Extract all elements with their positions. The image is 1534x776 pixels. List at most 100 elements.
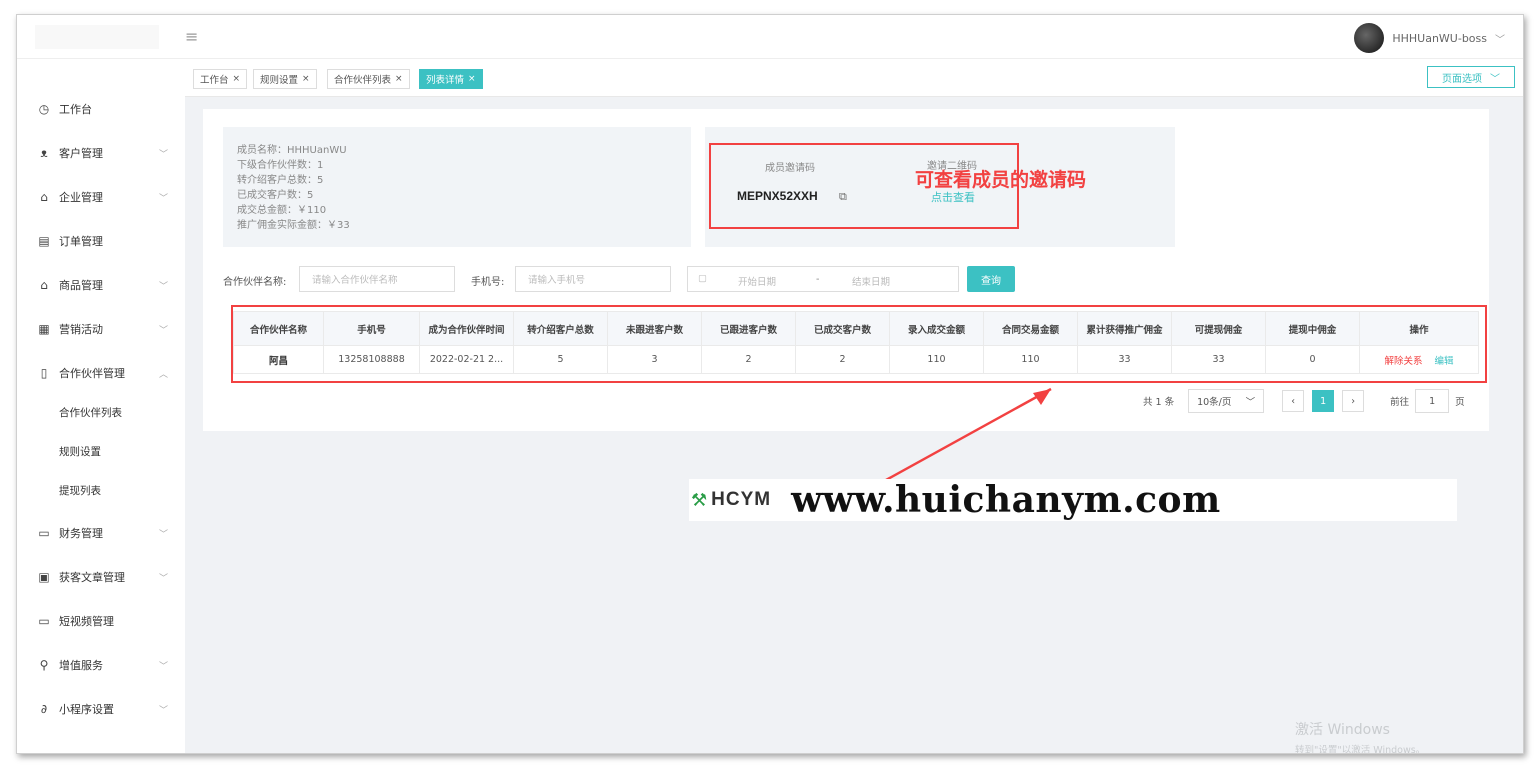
chevron-up-icon: ︿ — [159, 369, 169, 380]
invite-code: MEPNX52XXH — [737, 189, 818, 203]
sidebar-subitem-label: 合作伙伴列表 — [59, 406, 122, 419]
wallet-icon: ▭ — [38, 526, 50, 540]
close-icon[interactable]: × — [468, 74, 476, 84]
tab-dashboard[interactable]: 工作台 × — [193, 69, 248, 89]
sidebar-item-label: 企业管理 — [59, 191, 103, 204]
annotation-invite-note: 可查看成员的邀请码 — [915, 169, 1087, 191]
member-name: 成员名称：HHHUanWU — [237, 145, 347, 156]
sidebar-subitem-label: 提现列表 — [59, 484, 101, 497]
date-separator: - — [816, 274, 820, 285]
goto-label: 前往 — [1390, 397, 1410, 408]
chevron-down-icon[interactable]: ﹀ — [1495, 31, 1505, 46]
page-options-label: 页面选项 — [1442, 73, 1482, 85]
phone-label: 手机号: — [471, 277, 505, 288]
sidebar-item-miniprogram[interactable]: ∂ 小程序设置 ﹀ — [17, 691, 185, 727]
close-icon[interactable]: × — [302, 74, 310, 84]
sidebar-item-products[interactable]: ⌂ 商品管理 ﹀ — [17, 267, 185, 303]
date-start-input[interactable]: 开始日期 — [738, 274, 776, 288]
sidebar-item-label: 短视频管理 — [59, 615, 114, 628]
copy-icon[interactable]: ⧉ — [839, 190, 847, 204]
logo — [35, 25, 159, 49]
sidebar-item-label: 营销活动 — [59, 323, 103, 336]
sidebar-item-partners[interactable]: ▯ 合作伙伴管理 ︿ — [17, 355, 185, 391]
sidebar-item-finance[interactable]: ▭ 财务管理 ﹀ — [17, 515, 185, 551]
username[interactable]: HHHUanWU-boss — [1392, 32, 1487, 45]
chevron-left-icon: ‹ — [1291, 395, 1295, 407]
sidebar-item-videos[interactable]: ▭ 短视频管理 — [17, 603, 185, 639]
date-end-input[interactable]: 结束日期 — [852, 274, 890, 288]
chevron-down-icon: ﹀ — [159, 705, 169, 716]
video-icon: ▭ — [38, 614, 50, 628]
chevron-down-icon: ﹀ — [159, 281, 169, 292]
tab-label: 规则设置 — [260, 75, 299, 86]
users-icon: ᴥ — [40, 146, 48, 160]
phone-input[interactable]: 请输入手机号 — [515, 266, 671, 292]
tab-bar: 工作台 × 规则设置 × 合作伙伴列表 × 列表详情 × 页面选项 ﹀ — [185, 59, 1523, 97]
chevron-down-icon: ﹀ — [1490, 73, 1500, 85]
gift-icon: ▦ — [38, 322, 50, 336]
page-suffix: 页 — [1455, 397, 1465, 408]
total-count: 共 1 条 — [1143, 397, 1175, 408]
sidebar-subitem-rules[interactable]: 规则设置 — [17, 436, 185, 466]
member-info-panel: 成员名称：HHHUanWU 下级合作伙伴数：1 转介绍客户总数：5 已成交客户数… — [223, 127, 691, 247]
sidebar-item-marketing[interactable]: ▦ 营销活动 ﹀ — [17, 311, 185, 347]
sidebar-item-customers[interactable]: ᴥ 客户管理 ﹀ — [17, 135, 185, 171]
page-options-dropdown[interactable]: 页面选项 ﹀ — [1427, 66, 1515, 88]
prev-page-button[interactable]: ‹ — [1282, 390, 1305, 412]
chevron-down-icon: ﹀ — [159, 661, 169, 672]
referred-customer-count: 转介绍客户总数：5 — [237, 175, 324, 186]
partner-name-label: 合作伙伴名称: — [223, 277, 287, 288]
highlight-box-table — [231, 305, 1487, 383]
avatar[interactable] — [1354, 23, 1385, 53]
detail-card: 成员名称：HHHUanWU 下级合作伙伴数：1 转介绍客户总数：5 已成交客户数… — [203, 109, 1489, 431]
page-number-button[interactable]: 1 — [1312, 390, 1335, 412]
sidebar-item-label: 财务管理 — [59, 527, 103, 540]
sidebar-item-label: 小程序设置 — [59, 703, 114, 716]
sidebar-item-dashboard[interactable]: ◷ 工作台 — [17, 91, 185, 127]
top-bar: ≡ HHHUanWU-boss ﹀ — [17, 15, 1523, 59]
page-size-value: 10条/页 — [1197, 397, 1232, 408]
query-button[interactable]: 查询 — [967, 266, 1015, 292]
dashboard-icon: ◷ — [38, 102, 50, 116]
chevron-down-icon: ﹀ — [159, 149, 169, 160]
deal-customer-count: 已成交客户数：5 — [237, 190, 314, 201]
next-page-button[interactable]: › — [1342, 390, 1365, 412]
calendar-icon: ▢ — [698, 273, 707, 284]
sidebar-item-enterprise[interactable]: ⌂ 企业管理 ﹀ — [17, 179, 185, 215]
sidebar-item-label: 订单管理 — [59, 235, 103, 248]
page-size-select[interactable]: 10条/页 ﹀ — [1188, 389, 1265, 413]
article-icon: ▣ — [38, 570, 50, 584]
watermark-url: www.huichanym.com — [791, 479, 1221, 521]
chevron-right-icon: › — [1351, 395, 1355, 407]
hamburger-icon[interactable]: ≡ — [185, 27, 198, 46]
activation-subtitle: 转到"设置"以激活 Windows。 — [1295, 745, 1426, 754]
tab-list-detail[interactable]: 列表详情 × — [419, 69, 483, 89]
date-range-picker[interactable]: ▢ 开始日期 - 结束日期 — [687, 266, 959, 292]
sidebar-item-label: 合作伙伴管理 — [59, 367, 125, 380]
goto-page-input[interactable]: 1 — [1415, 389, 1450, 413]
sidebar-item-label: 客户管理 — [59, 147, 103, 160]
phone-icon: ▯ — [40, 366, 48, 380]
sidebar-subitem-withdrawals[interactable]: 提现列表 — [17, 475, 185, 505]
sidebar-item-label: 商品管理 — [59, 279, 103, 292]
tab-partner-list[interactable]: 合作伙伴列表 × — [327, 69, 410, 89]
close-icon[interactable]: × — [395, 74, 403, 84]
user-menu[interactable]: HHHUanWU-boss ﹀ — [1354, 23, 1505, 53]
watermark: ⚒ HCYM www.huichanym.com — [689, 479, 1457, 521]
close-icon[interactable]: × — [233, 74, 241, 84]
sidebar-item-value-added[interactable]: ⚲ 增值服务 ﹀ — [17, 647, 185, 683]
activation-title: 激活 Windows — [1295, 722, 1390, 738]
commission-amount: 推广佣金实际金额：￥33 — [237, 220, 350, 231]
partner-name-input[interactable]: 请输入合作伙伴名称 — [299, 266, 455, 292]
shovel-icon: ⚒ — [691, 489, 708, 511]
sidebar-item-articles[interactable]: ▣ 获客文章管理 ﹀ — [17, 559, 185, 595]
sub-partner-count: 下级合作伙伴数：1 — [237, 160, 324, 171]
deal-amount: 成交总金额：￥110 — [237, 205, 327, 216]
tab-rules[interactable]: 规则设置 × — [253, 69, 317, 89]
search-icon: ⚲ — [39, 658, 49, 672]
sidebar-item-orders[interactable]: ▤ 订单管理 — [17, 223, 185, 259]
sidebar-subitem-partner-list[interactable]: 合作伙伴列表 — [17, 397, 185, 427]
watermark-logo: HCYM — [711, 489, 772, 510]
tab-label: 列表详情 — [426, 75, 465, 86]
main-content: 工作台 × 规则设置 × 合作伙伴列表 × 列表详情 × 页面选项 ﹀ 成员名称：HHHU… — [185, 59, 1523, 754]
